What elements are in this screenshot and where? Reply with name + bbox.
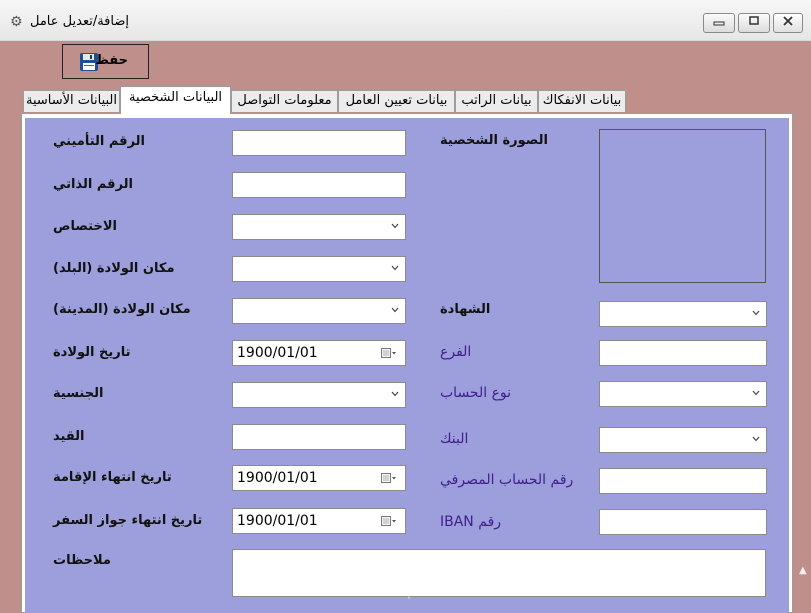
nationality-label: الجنسية: [53, 386, 104, 401]
save-label: حفظ: [95, 53, 128, 68]
chevron-down-icon: [391, 223, 399, 229]
photo-label: الصورة الشخصية: [440, 133, 548, 148]
account-type-label: نوع الحساب: [440, 385, 512, 401]
birth-date-label: تاريخ الولادة: [53, 345, 131, 360]
chevron-down-icon: [391, 307, 399, 313]
iban-label: رقم IBAN: [440, 514, 502, 530]
chevron-down-icon: [752, 390, 760, 396]
restore-button[interactable]: [738, 13, 770, 33]
residence-expiry-value: 1900/01/01: [237, 470, 318, 486]
insurance-number-input[interactable]: [232, 130, 406, 156]
birth-country-label: مكان الولادة (البلد): [53, 261, 175, 276]
passport-expiry-label: تاريخ انتهاء جواز السفر: [53, 513, 203, 528]
branch-input[interactable]: [599, 340, 767, 366]
notes-label: ملاحظات: [53, 553, 111, 568]
tab-basic-info[interactable]: البيانات الأساسية: [23, 90, 120, 112]
bank-account-input[interactable]: [599, 468, 767, 494]
watermark: مستقل: [356, 548, 488, 589]
calendar-icon[interactable]: [381, 348, 397, 359]
tab-salary-info[interactable]: بيانات الراتب: [455, 90, 538, 112]
tab-termination-info[interactable]: بيانات الانفكاك: [538, 90, 626, 112]
close-button[interactable]: [773, 13, 803, 33]
bank-select[interactable]: [599, 427, 767, 453]
certificate-select[interactable]: [599, 301, 767, 327]
registry-label: القيد: [53, 429, 85, 444]
bank-label: البنك: [440, 431, 469, 447]
calendar-icon[interactable]: [381, 473, 397, 484]
chevron-down-icon: [752, 436, 760, 442]
watermark-url: mostaql.com: [357, 585, 453, 600]
close-icon: [783, 16, 793, 26]
gear-icon: ⚙: [10, 14, 23, 30]
nationality-select[interactable]: [232, 382, 406, 408]
minimize-icon: [713, 21, 725, 26]
chevron-down-icon: [391, 265, 399, 271]
title-bar: ⚙ إضافة/تعديل عامل: [0, 0, 811, 41]
chevron-down-icon: [391, 391, 399, 397]
certificate-label: الشهادة: [440, 302, 491, 317]
insurance-number-label: الرقم التأميني: [53, 134, 145, 149]
calendar-icon[interactable]: [381, 516, 397, 527]
residence-expiry-label: تاريخ انتهاء الإقامة: [53, 470, 172, 485]
birth-date-picker[interactable]: 1900/01/01: [232, 340, 406, 366]
chevron-down-icon: [752, 310, 760, 316]
photo-box[interactable]: [599, 129, 766, 283]
tab-contact-info[interactable]: معلومات التواصل: [231, 90, 338, 112]
specialty-label: الاختصاص: [53, 219, 117, 234]
birth-date-value: 1900/01/01: [237, 345, 318, 361]
residence-expiry-picker[interactable]: 1900/01/01: [232, 465, 406, 491]
window-title: إضافة/تعديل عامل: [30, 14, 130, 29]
notes-textarea[interactable]: [232, 549, 766, 597]
app-window: ⚙ إضافة/تعديل عامل حفظ البيانات الأساسية…: [0, 0, 811, 613]
self-number-input[interactable]: [232, 172, 406, 198]
passport-expiry-value: 1900/01/01: [237, 513, 318, 529]
birth-city-label: مكان الولادة (المدينة): [53, 302, 191, 317]
bank-account-label: رقم الحساب المصرفي: [440, 472, 574, 488]
save-button[interactable]: حفظ: [62, 44, 149, 79]
branch-label: الفرع: [440, 344, 472, 360]
tab-personal-info[interactable]: البيانات الشخصية: [120, 86, 231, 114]
iban-input[interactable]: [599, 509, 767, 535]
specialty-select[interactable]: [232, 214, 406, 240]
registry-input[interactable]: [232, 424, 406, 450]
minimize-button[interactable]: [703, 13, 735, 33]
scroll-arrow-icon[interactable]: ▲: [799, 565, 807, 576]
birth-city-select[interactable]: [232, 298, 406, 324]
self-number-label: الرقم الذاتي: [53, 177, 133, 192]
birth-country-select[interactable]: [232, 256, 406, 282]
restore-icon: [749, 16, 759, 25]
account-type-select[interactable]: [599, 381, 767, 407]
tab-assignment-info[interactable]: بيانات تعيين العامل: [338, 90, 455, 112]
passport-expiry-picker[interactable]: 1900/01/01: [232, 508, 406, 534]
